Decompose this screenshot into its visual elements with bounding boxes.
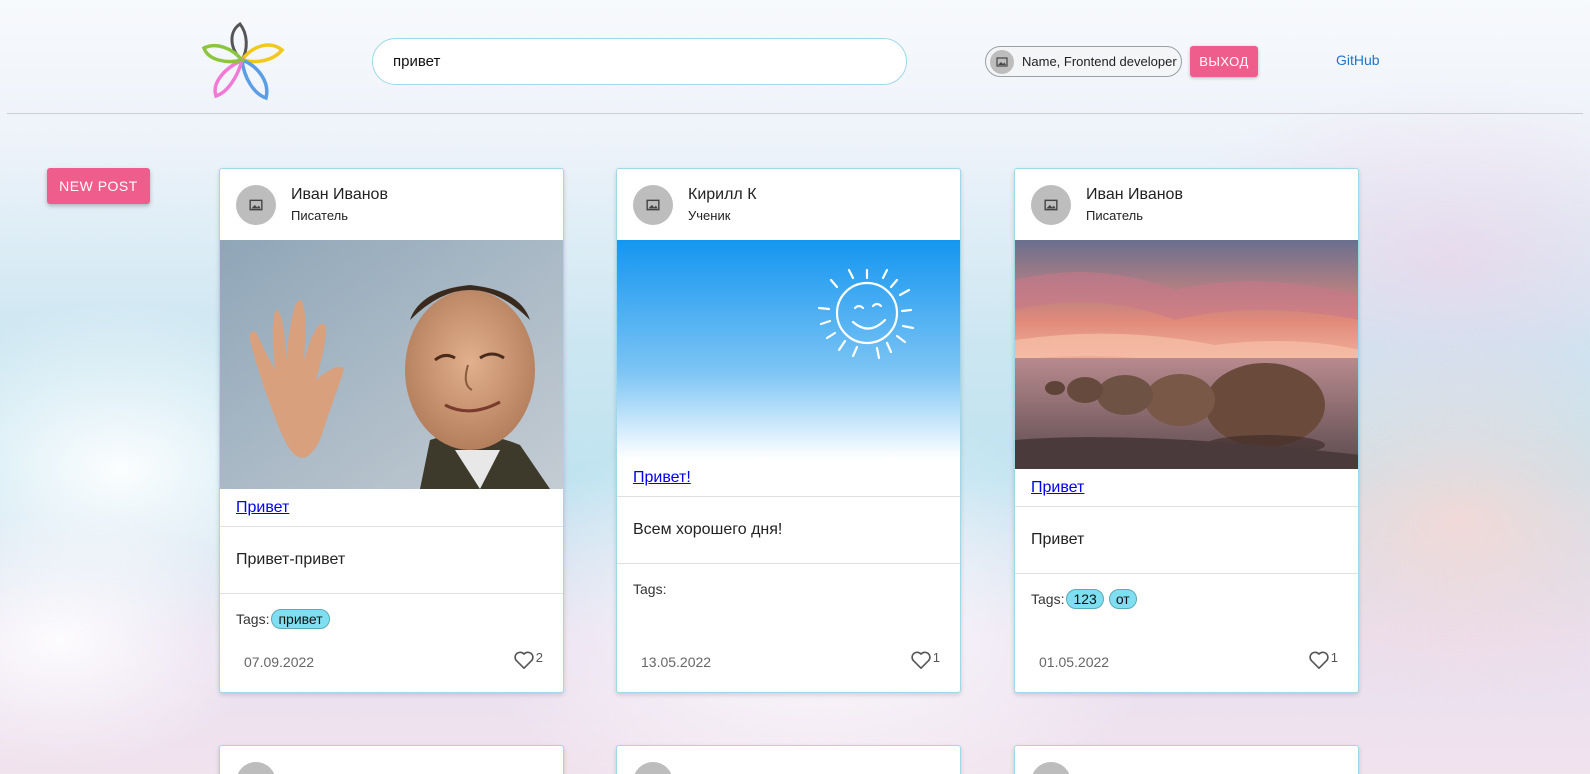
- search-input[interactable]: [372, 38, 907, 85]
- heart-icon: [514, 651, 534, 669]
- post-text: Привет-привет: [220, 527, 563, 594]
- card-footer: 07.09.2022 2: [220, 634, 563, 692]
- post-tags: Tags:: [617, 564, 960, 604]
- header-divider: [7, 113, 1583, 114]
- author-avatar-icon: [633, 762, 673, 774]
- card-footer: 13.05.2022 1: [617, 634, 960, 692]
- like-count: 1: [932, 650, 940, 665]
- author-role: Писатель: [291, 208, 349, 223]
- tag-chip[interactable]: 123: [1066, 589, 1104, 609]
- post-tags: Tags: 123 от: [1015, 574, 1358, 614]
- user-chip-label: Name, Frontend developer: [1022, 54, 1177, 69]
- post-card-partial: [616, 745, 961, 774]
- post-date: 01.05.2022: [1039, 654, 1110, 670]
- tags-label: Tags:: [633, 581, 667, 597]
- new-post-button[interactable]: NEW POST: [47, 168, 150, 204]
- heart-icon: [1309, 651, 1329, 669]
- tag-chip[interactable]: привет: [271, 609, 330, 629]
- logo-flower-icon[interactable]: [202, 20, 286, 102]
- post-card-partial: [1014, 745, 1359, 774]
- post-card-partial: [219, 745, 564, 774]
- card-header: Иван Иванов Писатель: [220, 169, 563, 240]
- post-date: 13.05.2022: [641, 654, 712, 670]
- post-image: [220, 240, 563, 489]
- card-header: Иван Иванов Писатель: [1015, 169, 1358, 240]
- card-footer: 01.05.2022 1: [1015, 634, 1358, 692]
- like-button[interactable]: 1: [910, 650, 940, 670]
- user-avatar-icon: [990, 49, 1014, 74]
- author-avatar-icon: [1031, 185, 1071, 225]
- post-text: Всем хорошего дня!: [617, 497, 960, 564]
- post-text: Привет: [1015, 507, 1358, 574]
- post-title-link[interactable]: Привет!: [617, 469, 707, 487]
- author-name: Иван Иванов: [291, 186, 388, 203]
- app-header: Name, Frontend developer ВЫХОД GitHub: [0, 0, 1590, 120]
- user-profile-chip[interactable]: Name, Frontend developer: [985, 46, 1182, 77]
- github-link[interactable]: GitHub: [1336, 52, 1380, 68]
- author-name: Кирилл К: [688, 186, 757, 203]
- like-count: 1: [1330, 650, 1338, 665]
- author-avatar-icon: [236, 185, 276, 225]
- post-image: [617, 240, 960, 459]
- author-avatar-icon: [633, 185, 673, 225]
- post-card: Иван Иванов Писатель Привет Привет Tags:…: [1014, 168, 1359, 693]
- card-header: Кирилл К Ученик: [617, 169, 960, 240]
- author-avatar-icon: [236, 762, 276, 774]
- like-button[interactable]: 1: [1308, 650, 1338, 670]
- post-title-link[interactable]: Привет: [1015, 479, 1100, 497]
- post-title-link[interactable]: Привет: [220, 499, 305, 517]
- tags-label: Tags:: [1031, 591, 1065, 607]
- logout-button[interactable]: ВЫХОД: [1190, 46, 1258, 77]
- post-image: [1015, 240, 1358, 469]
- post-card: Кирилл К Ученик Привет! Всем хорошего дн…: [616, 168, 961, 693]
- author-avatar-icon: [1031, 762, 1071, 774]
- tag-chip[interactable]: от: [1108, 589, 1137, 609]
- heart-icon: [911, 651, 931, 669]
- author-role: Писатель: [1086, 208, 1144, 223]
- like-button[interactable]: 2: [513, 650, 543, 670]
- post-tags: Tags: привет: [220, 594, 563, 634]
- author-name: Иван Иванов: [1086, 186, 1183, 203]
- post-card: Иван Иванов Писатель Привет Привет-приве…: [219, 168, 564, 693]
- post-date: 07.09.2022: [244, 654, 315, 670]
- author-role: Ученик: [688, 208, 731, 223]
- tags-label: Tags:: [236, 611, 270, 627]
- like-count: 2: [535, 650, 543, 665]
